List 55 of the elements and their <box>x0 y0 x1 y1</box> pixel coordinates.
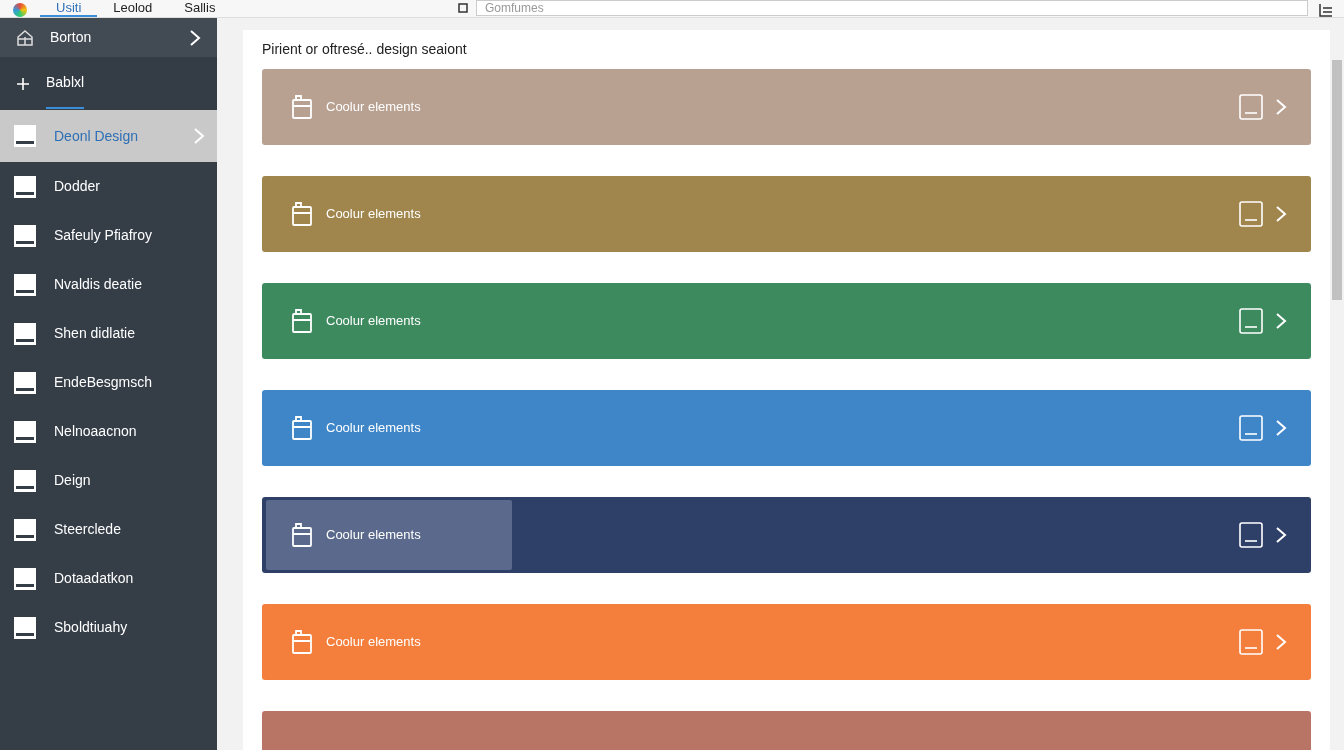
color-card[interactable]: Coolur elements <box>262 497 1311 573</box>
plus-icon <box>16 76 30 91</box>
sidebar-header[interactable]: Borton <box>0 18 217 57</box>
search-field[interactable]: Gomfumes <box>476 0 1308 16</box>
app-icon[interactable] <box>13 3 27 17</box>
sidebar-item[interactable]: Sboldtiuahy <box>0 603 217 652</box>
sidebar-item[interactable]: Deign <box>0 456 217 505</box>
home-icon <box>16 28 34 47</box>
tablet-icon <box>1239 629 1263 655</box>
sidebar-item[interactable]: Steerclede <box>0 505 217 554</box>
document-icon <box>12 516 38 543</box>
tablet-icon <box>1239 308 1263 334</box>
chevron-right-icon <box>1275 526 1287 544</box>
sidebar-item[interactable]: Nelnoaacnon <box>0 407 217 456</box>
sidebar-item[interactable]: Dotaadatkon <box>0 554 217 603</box>
menu-icon[interactable] <box>1318 3 1334 17</box>
color-card[interactable]: Coolur elements <box>262 283 1311 359</box>
chevron-right-icon <box>1275 633 1287 651</box>
color-card[interactable]: Coolur elements <box>262 390 1311 466</box>
chevron-right-icon <box>1275 419 1287 437</box>
document-icon <box>12 418 38 445</box>
section-heading: Pirient or oftresé.. design seaiont <box>262 40 468 59</box>
document-icon <box>12 467 38 494</box>
chevron-right-icon <box>1275 98 1287 116</box>
document-icon <box>12 123 38 149</box>
document-icon <box>12 320 38 347</box>
tablet-icon <box>1239 415 1263 441</box>
document-icon <box>290 522 314 548</box>
document-icon <box>290 201 314 227</box>
square-icon <box>458 3 468 13</box>
chevron-right-icon <box>189 28 201 47</box>
document-icon <box>290 94 314 120</box>
chevron-right-icon <box>1275 205 1287 223</box>
scrollbar-thumb[interactable] <box>1332 60 1342 300</box>
sidebar-item[interactable]: Nvaldis deatie <box>0 260 217 309</box>
toolbar-tab[interactable]: Leolod <box>97 0 169 17</box>
document-icon <box>12 369 38 396</box>
document-icon <box>12 271 38 298</box>
document-icon <box>12 565 38 592</box>
sidebar-item[interactable]: Shen didlatie <box>0 309 217 358</box>
sidebar-item[interactable]: EndeBesgmsch <box>0 358 217 407</box>
document-icon <box>12 614 38 641</box>
chevron-right-icon <box>1275 312 1287 330</box>
document-icon <box>290 629 314 655</box>
chevron-right-icon <box>193 127 205 145</box>
toolbar-tab[interactable]: Sallis <box>168 0 232 17</box>
document-icon <box>290 415 314 441</box>
document-icon <box>12 173 38 200</box>
document-icon <box>12 222 38 249</box>
tablet-icon <box>1239 201 1263 227</box>
sidebar-item[interactable]: Dodder <box>0 162 217 211</box>
sidebar-item[interactable]: Safeuly Pfiafroy <box>0 211 217 260</box>
document-icon <box>290 308 314 334</box>
tablet-icon <box>1239 522 1263 548</box>
tablet-icon <box>1239 94 1263 120</box>
